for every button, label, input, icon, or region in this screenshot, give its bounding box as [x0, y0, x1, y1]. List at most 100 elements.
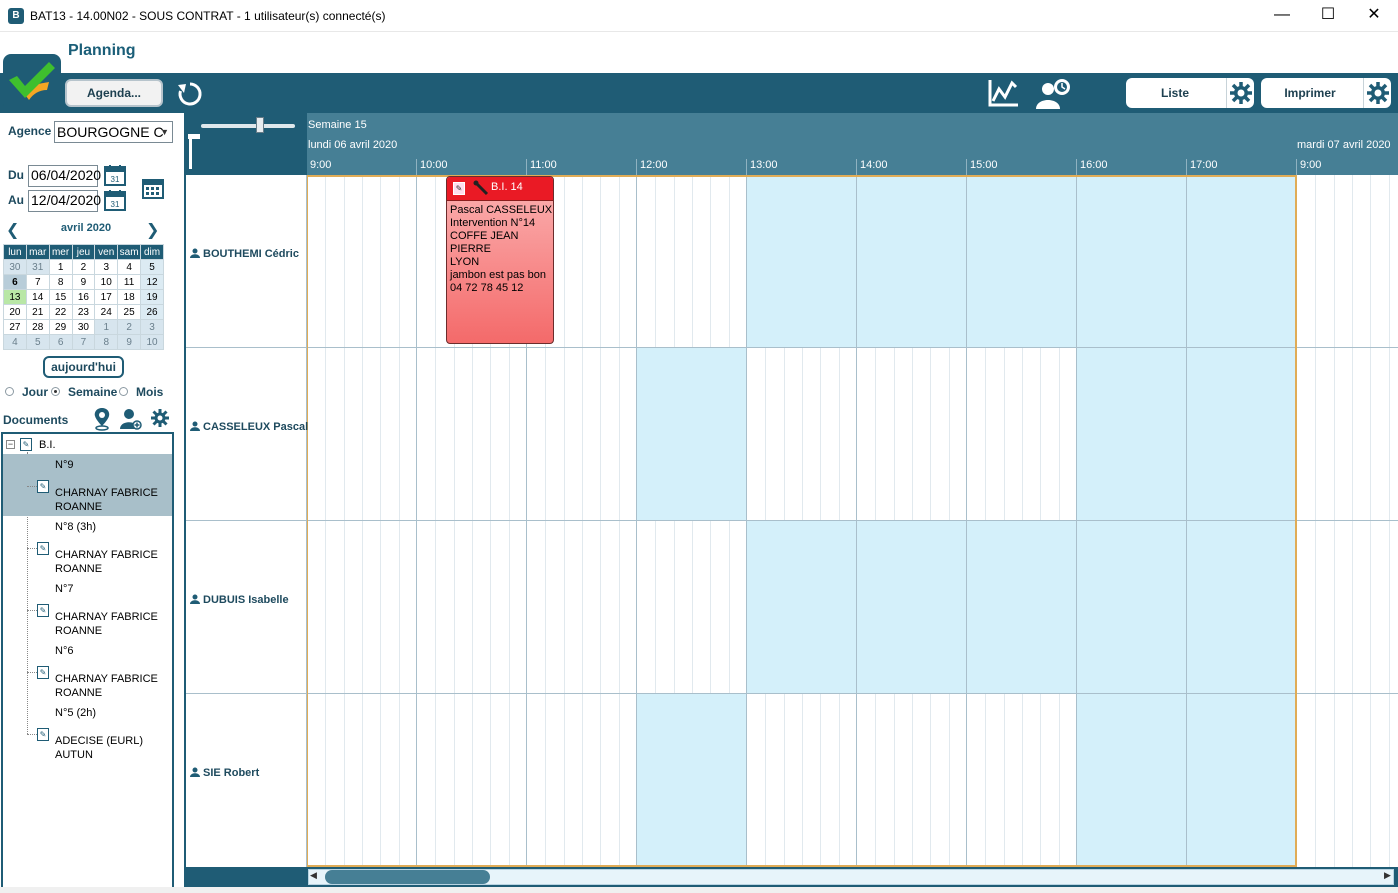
calendar-day[interactable]: 3 — [140, 319, 164, 335]
gear-icon[interactable] — [150, 408, 170, 428]
du-date-field[interactable]: 06/04/2020 — [28, 165, 101, 187]
calendar-day[interactable]: 5 — [25, 334, 50, 350]
calendar-day[interactable]: 10 — [94, 274, 119, 290]
list-item[interactable]: N°8 (3h) ✎ CHARNAY FABRICE ROANNE — [3, 516, 172, 578]
tree-root-label[interactable]: B.I. — [39, 438, 56, 452]
chevron-right-icon[interactable]: ❯ — [146, 220, 159, 240]
zoom-slider-handle[interactable] — [256, 117, 264, 133]
calendar-day[interactable]: 21 — [25, 304, 50, 320]
calendar-day[interactable]: 6 — [48, 334, 73, 350]
scroll-right-icon[interactable]: ▶ — [1384, 870, 1391, 881]
calendar-day[interactable]: 29 — [48, 319, 73, 335]
planning-logo — [3, 54, 61, 112]
calendar-day[interactable]: 14 — [25, 289, 50, 305]
resource-row[interactable]: CASSELEUX Pascal — [190, 421, 308, 433]
maximize-button[interactable]: ☐ — [1305, 0, 1351, 32]
calendar-day[interactable]: 18 — [117, 289, 142, 305]
calendar-icon[interactable]: 31 — [104, 189, 126, 211]
calendar-day[interactable]: 24 — [94, 304, 119, 320]
hour-label: 11:00 — [526, 159, 636, 175]
documents-tree: − ✎ B.I. N°9 ✎ CHARNAY FABRICE ROANNE N°… — [1, 432, 174, 890]
refresh-icon[interactable] — [176, 80, 204, 108]
scroll-left-icon[interactable]: ◀ — [310, 870, 317, 881]
chevron-left-icon[interactable]: ❮ — [6, 220, 19, 240]
zoom-slider[interactable] — [201, 124, 295, 128]
calendar-day[interactable]: 9 — [71, 274, 96, 290]
calendar-day-today[interactable]: 13 — [3, 289, 27, 305]
radio-mois-label[interactable]: Mois — [136, 385, 163, 399]
calendar-day[interactable]: 23 — [71, 304, 96, 320]
event-line: LYON — [450, 256, 480, 268]
calendar-day[interactable]: 4 — [3, 334, 27, 350]
calendar-day[interactable]: 30 — [3, 259, 27, 275]
hour-label: 9:00 — [310, 159, 332, 171]
minimize-button[interactable]: — — [1259, 0, 1305, 32]
calendar-day[interactable]: 1 — [48, 259, 73, 275]
agence-select[interactable]: BOURGOGNE C ▼ — [54, 121, 173, 143]
gear-icon[interactable] — [1226, 78, 1254, 108]
chart-icon[interactable] — [986, 77, 1020, 109]
radio-semaine[interactable] — [51, 387, 60, 396]
user-add-icon[interactable] — [120, 407, 142, 431]
list-item-selected[interactable]: N°9 ✎ CHARNAY FABRICE ROANNE — [3, 454, 172, 516]
resize-handle-icon[interactable] — [186, 132, 202, 172]
calendar-day[interactable]: 5 — [140, 259, 164, 275]
list-item[interactable]: N°7 ✎ CHARNAY FABRICE ROANNE — [3, 578, 172, 640]
radio-jour[interactable] — [5, 387, 14, 396]
agenda-button[interactable]: Agenda... — [65, 79, 163, 107]
calendar-day[interactable]: 8 — [94, 334, 119, 350]
calendar-day[interactable]: 4 — [117, 259, 142, 275]
radio-semaine-label[interactable]: Semaine — [68, 385, 117, 399]
calendar-day[interactable]: 2 — [117, 319, 142, 335]
hour-label: 12:00 — [636, 159, 746, 175]
scrollbar-thumb[interactable] — [325, 870, 490, 884]
week-calendar-icon[interactable] — [142, 177, 164, 199]
calendar-day[interactable]: 25 — [117, 304, 142, 320]
calendar-day[interactable]: 1 — [94, 319, 119, 335]
resource-row[interactable]: DUBUIS Isabelle — [190, 594, 289, 606]
calendar-day[interactable]: 30 — [71, 319, 96, 335]
checkmark-icon — [9, 62, 55, 100]
calendar-day[interactable]: 7 — [25, 274, 50, 290]
close-button[interactable]: ✕ — [1351, 0, 1397, 32]
calendar-day-selected[interactable]: 6 — [3, 274, 27, 290]
radio-jour-label[interactable]: Jour — [22, 385, 48, 399]
calendar-day[interactable]: 11 — [117, 274, 142, 290]
calendar-day[interactable]: 9 — [117, 334, 142, 350]
collapse-icon[interactable]: − — [6, 440, 15, 449]
event-card[interactable]: ✎ B.I. 14 Pascal CASSELEUX Intervention … — [446, 176, 554, 344]
weekday-header: sam — [117, 244, 142, 260]
calendar-day[interactable]: 22 — [48, 304, 73, 320]
au-date-field[interactable]: 12/04/2020 — [28, 190, 101, 212]
weekday-header: mer — [48, 244, 73, 260]
calendar-day[interactable]: 27 — [3, 319, 27, 335]
calendar-day[interactable]: 12 — [140, 274, 164, 290]
calendar-day[interactable]: 15 — [48, 289, 73, 305]
calendar-icon[interactable]: 31 — [104, 164, 126, 186]
calendar-day[interactable]: 17 — [94, 289, 119, 305]
calendar-day[interactable]: 26 — [140, 304, 164, 320]
imprimer-button[interactable]: Imprimer — [1261, 78, 1391, 108]
calendar-day[interactable]: 19 — [140, 289, 164, 305]
calendar-day[interactable]: 10 — [140, 334, 164, 350]
liste-button[interactable]: Liste — [1126, 78, 1254, 108]
users-settings-icon[interactable] — [1034, 77, 1074, 109]
calendar-day[interactable]: 28 — [25, 319, 50, 335]
list-item[interactable]: N°6 ✎ CHARNAY FABRICE ROANNE — [3, 640, 172, 702]
calendar-day[interactable]: 31 — [25, 259, 50, 275]
location-pin-icon[interactable] — [93, 407, 111, 431]
today-button[interactable]: aujourd'hui — [43, 356, 124, 378]
radio-mois[interactable] — [119, 387, 128, 396]
resource-row[interactable]: BOUTHEMI Cédric — [190, 248, 299, 260]
calendar-day[interactable]: 3 — [94, 259, 119, 275]
gear-icon[interactable] — [1363, 78, 1391, 108]
calendar-day[interactable]: 8 — [48, 274, 73, 290]
calendar-day[interactable]: 20 — [3, 304, 27, 320]
list-item[interactable]: N°5 (2h) ✎ ADECISE (EURL) AUTUN — [3, 702, 172, 764]
calendar-day[interactable]: 2 — [71, 259, 96, 275]
resource-row[interactable]: SIE Robert — [190, 767, 259, 779]
chevron-down-icon[interactable]: ▼ — [160, 122, 169, 142]
calendar-day[interactable]: 7 — [71, 334, 96, 350]
calendar-day[interactable]: 16 — [71, 289, 96, 305]
document-number: N°6 — [55, 645, 74, 657]
